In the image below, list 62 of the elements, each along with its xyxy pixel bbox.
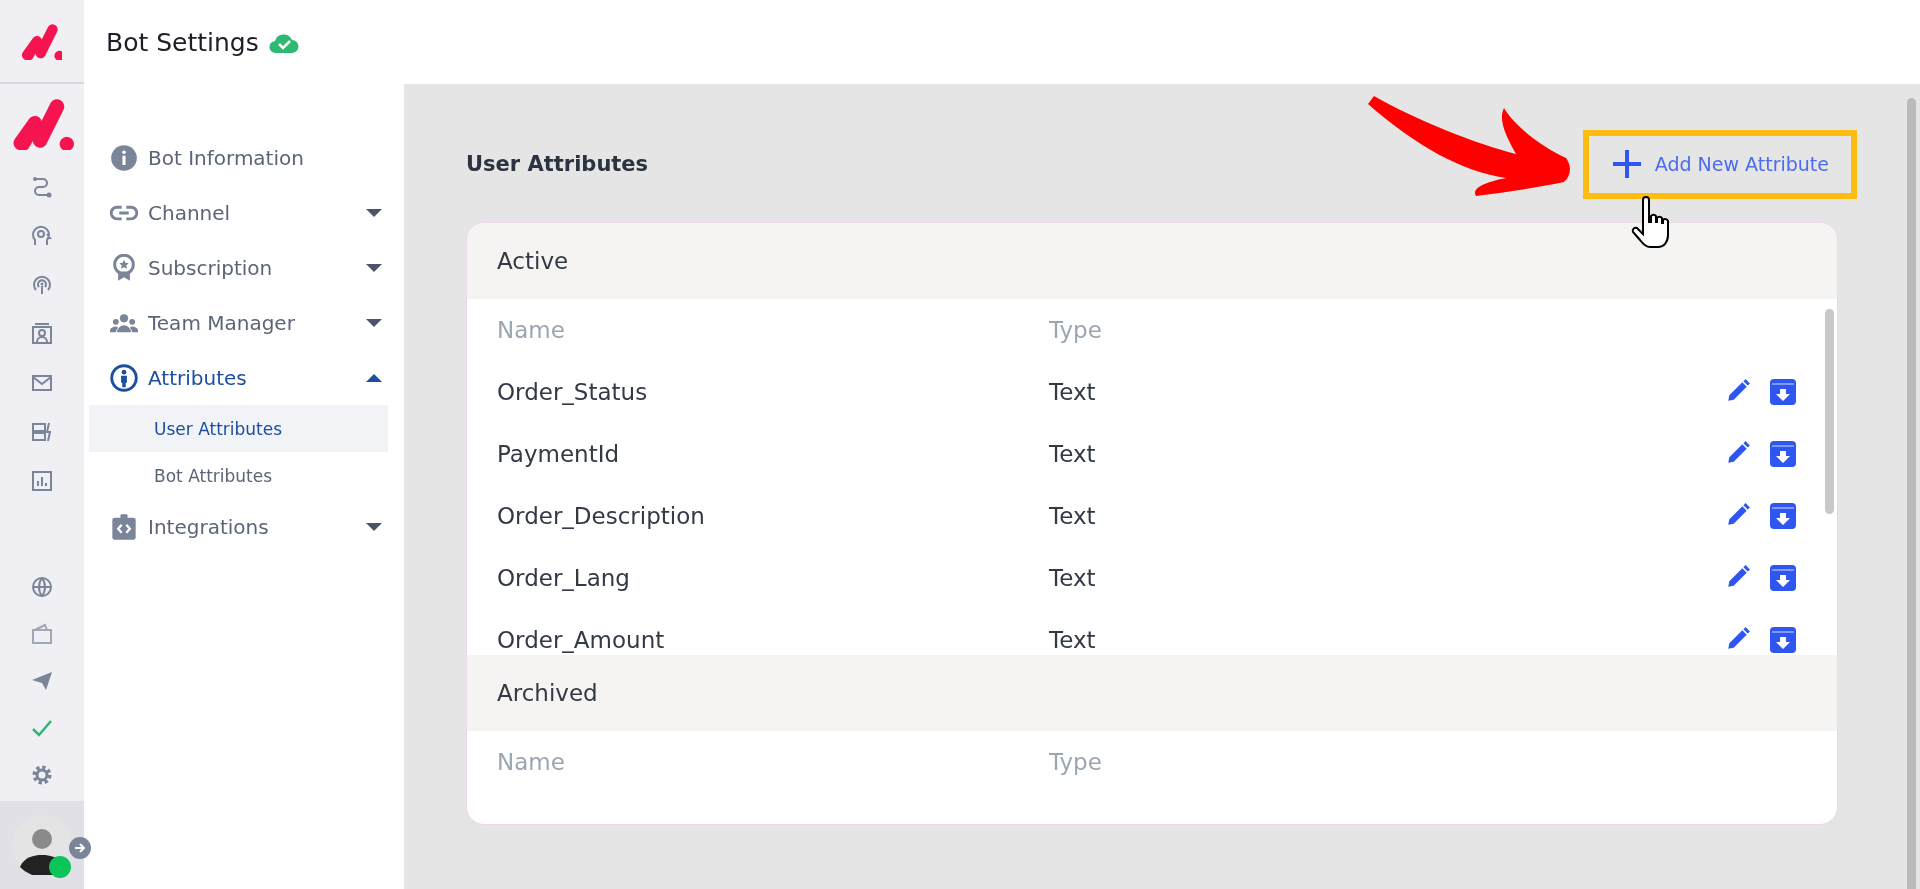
archive-icon[interactable]: [1769, 378, 1797, 406]
server-bolt-icon[interactable]: [30, 420, 54, 444]
contact-card-icon[interactable]: [30, 322, 54, 346]
chart-icon[interactable]: [30, 469, 54, 493]
info-icon: [110, 143, 138, 172]
caret-icon: [366, 317, 382, 328]
table-cell-text: Text: [1049, 565, 1097, 591]
online-status-dot: [49, 856, 71, 878]
table-cell-text: Order_Amount: [497, 627, 666, 653]
wallet-icon[interactable]: [30, 622, 54, 646]
column-header: Type: [1049, 749, 1103, 775]
archive-icon[interactable]: [1769, 440, 1797, 468]
edit-icon[interactable]: [1725, 502, 1751, 528]
table-cell-text: Text: [1049, 379, 1097, 405]
logo-icon: [22, 22, 62, 60]
route-icon[interactable]: [30, 175, 54, 199]
archive-icon[interactable]: [1769, 564, 1797, 592]
award-icon: [110, 253, 138, 282]
column-header: Type: [1049, 317, 1103, 343]
edit-icon[interactable]: [1725, 564, 1751, 590]
settings-icon[interactable]: [30, 763, 54, 787]
table-cell-text: Text: [1049, 627, 1097, 653]
sidebar-subitem[interactable]: Bot Attributes: [89, 452, 388, 499]
sidebar-item[interactable]: Subscription: [84, 240, 404, 295]
page-title: Bot Settings: [106, 27, 259, 57]
edit-icon[interactable]: [1725, 626, 1751, 652]
caret-icon: [366, 262, 382, 273]
edit-icon[interactable]: [1725, 378, 1751, 404]
scrollbar[interactable]: [1825, 309, 1834, 514]
archive-icon[interactable]: [1769, 502, 1797, 530]
section-header: Archived: [467, 655, 1837, 731]
broadcast-icon[interactable]: [30, 273, 54, 297]
table-cell-text: Text: [1049, 503, 1097, 529]
table-cell-text: Order_Description: [497, 503, 706, 529]
column-header: Name: [497, 749, 566, 775]
plus-icon: [1610, 148, 1643, 180]
caret-icon: [366, 207, 382, 218]
table-cell-text: PaymentId: [497, 441, 621, 467]
globe-icon[interactable]: [30, 575, 54, 599]
sidebar-item[interactable]: Bot Information: [84, 130, 404, 185]
code-icon: [110, 512, 138, 541]
scrollbar[interactable]: [1907, 98, 1916, 889]
section-title: User Attributes: [466, 152, 649, 176]
column-header: Name: [497, 317, 566, 343]
head-gear-icon[interactable]: [30, 224, 54, 248]
table-cell-text: Text: [1049, 441, 1097, 467]
caret-icon: [366, 521, 382, 532]
section-header: Active: [467, 223, 1837, 299]
sidebar-item[interactable]: Attributes: [84, 350, 404, 405]
arrow-right-icon[interactable]: [69, 837, 91, 859]
sidebar-item[interactable]: Integrations: [84, 499, 404, 554]
person-icon: [110, 363, 138, 392]
sidebar-item[interactable]: Team Manager: [84, 295, 404, 350]
archive-icon[interactable]: [1769, 626, 1797, 654]
sidebar-subitem[interactable]: User Attributes: [89, 405, 388, 452]
add-attribute-button[interactable]: Add New Attribute: [1582, 129, 1857, 199]
caret-icon: [366, 372, 382, 383]
table-cell-text: Order_Lang: [497, 565, 631, 591]
sidebar-item[interactable]: Channel: [84, 185, 404, 240]
cloud-check-icon: [268, 31, 299, 53]
table-cell-text: Order_Status: [497, 379, 649, 405]
edit-icon[interactable]: [1725, 440, 1751, 466]
